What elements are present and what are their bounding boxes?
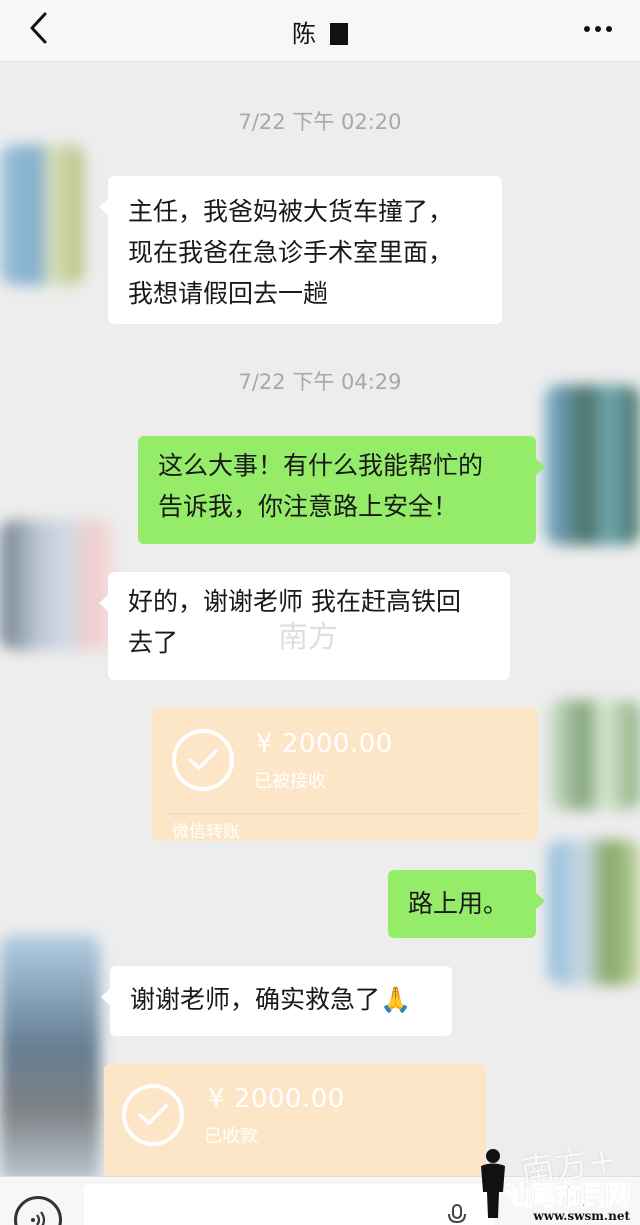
more-dot — [584, 26, 590, 32]
mic-button[interactable] — [446, 1204, 468, 1225]
transfer-card[interactable]: ¥ 2000.00 已被接收 微信转账 — [152, 707, 538, 842]
transfer-amount: ¥ 2000.00 — [256, 729, 393, 759]
contact-avatar[interactable] — [0, 935, 100, 1185]
transfer-divider — [166, 813, 524, 814]
check-circle-icon — [172, 729, 234, 791]
my-avatar[interactable] — [545, 385, 640, 545]
contact-avatar[interactable] — [0, 520, 115, 650]
message-line: 现在我爸在急诊手术室里面， — [128, 238, 454, 267]
my-avatar[interactable] — [548, 700, 640, 810]
redaction-block — [330, 23, 348, 45]
transfer-status: 已被接收 — [254, 771, 326, 792]
message-line: 这么大事！有什么我能帮忙的 — [158, 451, 484, 480]
my-avatar[interactable] — [548, 840, 640, 985]
center-watermark: 南方 — [278, 620, 338, 655]
message-line: 我想请假回去一趟 — [128, 279, 329, 308]
voice-icon — [31, 1211, 46, 1225]
message-bubble-outgoing[interactable]: 这么大事！有什么我能帮忙的 告诉我，你注意路上安全！ — [138, 436, 545, 544]
timestamp: 7/22 下午 02:20 — [238, 110, 402, 134]
message-bubble-outgoing[interactable]: 路上用。 — [388, 870, 545, 938]
contact-name: 陈 — [292, 20, 316, 48]
site-name: 汕尾市民网 — [504, 1182, 631, 1213]
timestamp: 7/22 下午 04:29 — [238, 370, 402, 394]
message-line: 谢谢老师，确实救急了🙏 — [130, 985, 412, 1014]
transfer-footer: 微信转账 — [172, 822, 240, 842]
chat-header: 陈 — [0, 0, 640, 62]
transfer-card[interactable]: ¥ 2000.00 已收款 — [104, 1064, 486, 1176]
site-watermark: 汕尾市民网 www.swsm.net — [504, 1176, 631, 1224]
chat-title: 陈 — [0, 14, 640, 49]
mic-icon — [448, 1204, 466, 1224]
transfer-amount: ¥ 2000.00 — [208, 1084, 345, 1114]
check-circle-icon — [122, 1084, 184, 1146]
contact-avatar[interactable] — [0, 145, 84, 285]
message-input[interactable] — [84, 1184, 494, 1225]
message-bubble-incoming[interactable]: 谢谢老师，确实救急了🙏 — [101, 966, 452, 1036]
more-dot — [606, 26, 612, 32]
message-line: 主任，我爸妈被大货车撞了， — [128, 197, 454, 226]
message-bubble-incoming[interactable]: 主任，我爸妈被大货车撞了， 现在我爸在急诊手术室里面， 我想请假回去一趟 — [99, 176, 502, 324]
transfer-status: 已收款 — [204, 1126, 258, 1147]
message-line: 路上用。 — [408, 889, 509, 918]
more-button[interactable] — [578, 14, 618, 44]
more-dot — [595, 26, 601, 32]
message-line: 告诉我，你注意路上安全！ — [158, 492, 459, 521]
